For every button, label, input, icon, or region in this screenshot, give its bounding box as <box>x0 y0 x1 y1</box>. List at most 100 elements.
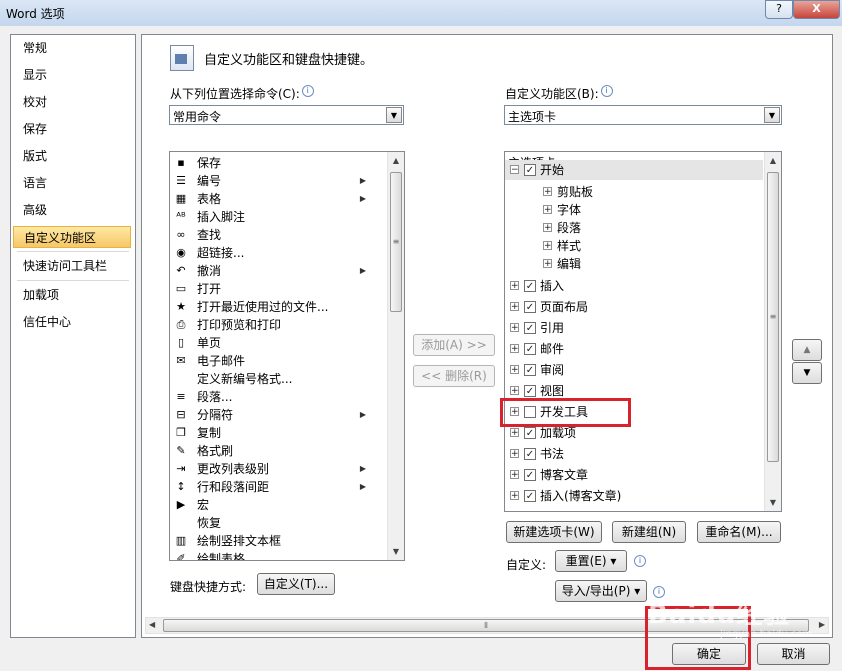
ribbon-tab-item[interactable]: + ✓ 邮件 <box>505 339 763 359</box>
tab-checkbox[interactable]: ✓ <box>524 322 536 334</box>
ribbon-tab-item[interactable]: + ✓ 审阅 <box>505 360 763 380</box>
command-item[interactable]: ★ 打开最近使用过的文件... <box>170 298 388 316</box>
expand-icon[interactable]: + <box>543 205 552 215</box>
new-tab-button[interactable]: 新建选项卡(W) <box>506 521 602 543</box>
ribbon-group-item[interactable]: + 剪贴板 <box>505 182 763 202</box>
ribbon-tab-item[interactable]: + ✓ 引用 <box>505 318 763 338</box>
command-item[interactable]: ☰ 编号 ▶ <box>170 172 388 190</box>
command-item[interactable]: ✎ 格式刷 <box>170 442 388 460</box>
import-export-button[interactable]: 导入/导出(P) ▾ <box>555 580 647 602</box>
ribbon-tab-item[interactable]: + ✓ 书法 <box>505 444 763 464</box>
command-item[interactable]: ≡ 段落... <box>170 388 388 406</box>
tab-checkbox[interactable]: ✓ <box>524 448 536 460</box>
command-item[interactable]: ▭ 打开 <box>170 280 388 298</box>
scroll-up-icon[interactable]: ▲ <box>766 153 780 168</box>
expand-icon[interactable]: + <box>543 241 552 251</box>
ribbon-group-item[interactable]: + 编辑 <box>505 254 763 274</box>
rename-button[interactable]: 重命名(M)... <box>697 521 781 543</box>
nav-item-layout[interactable]: 版式 <box>13 145 131 167</box>
expand-icon[interactable]: + <box>510 428 519 438</box>
command-item[interactable]: ▶ 宏 <box>170 496 388 514</box>
nav-item-proofing[interactable]: 校对 <box>13 91 131 113</box>
commands-list[interactable]: ✐ 绘制表格 ▥ 绘制竖排文本框 恢复 ▶ 宏 ↕ 行和段落间距 ▶ ⇥ 更改列表级别 ▶ ✎ 格式刷 ❐ 复制… <box>169 151 405 561</box>
expand-icon[interactable]: + <box>510 491 519 501</box>
command-item[interactable]: ↶ 撤消 ▶ <box>170 262 388 280</box>
nav-item-general[interactable]: 常规 <box>13 37 131 59</box>
nav-item-advanced[interactable]: 高级 <box>13 199 131 221</box>
nav-item-trust-center[interactable]: 信任中心 <box>13 311 131 333</box>
scroll-right-icon[interactable]: ▶ <box>819 620 825 629</box>
expand-icon[interactable]: + <box>510 302 519 312</box>
tab-checkbox[interactable]: ✓ <box>524 385 536 397</box>
dropdown-arrow-icon[interactable]: ▼ <box>764 107 780 123</box>
nav-item-language[interactable]: 语言 <box>13 172 131 194</box>
nav-item-add-ins[interactable]: 加载项 <box>13 284 131 306</box>
ribbon-group-item[interactable]: + 样式 <box>505 236 763 256</box>
customize-keyboard-button[interactable]: 自定义(T)... <box>257 573 335 595</box>
command-item[interactable]: ⎙ 打印预览和打印 <box>170 316 388 334</box>
new-group-button[interactable]: 新建组(N) <box>612 521 686 543</box>
tab-checkbox[interactable]: ✓ <box>524 427 536 439</box>
tab-checkbox[interactable]: ✓ <box>524 301 536 313</box>
command-item[interactable]: ▥ 绘制竖排文本框 <box>170 532 388 550</box>
ribbon-tab-item[interactable]: − ✓ 开始 <box>505 160 763 180</box>
scroll-up-icon[interactable]: ▲ <box>389 153 403 168</box>
scroll-thumb[interactable]: ≡ <box>767 172 779 462</box>
commands-list-scrollbar[interactable]: ▲ ≡ ▼ <box>387 152 404 560</box>
ribbon-tree-scrollbar[interactable]: ▲ ≡ ▼ <box>764 152 781 511</box>
expand-icon[interactable]: + <box>510 323 519 333</box>
help-button[interactable]: ? <box>765 0 793 19</box>
expand-icon[interactable]: + <box>543 223 552 233</box>
scroll-down-icon[interactable]: ▼ <box>766 495 780 510</box>
cancel-button[interactable]: 取消 <box>757 643 830 665</box>
tab-checkbox[interactable]: ✓ <box>524 364 536 376</box>
scroll-down-icon[interactable]: ▼ <box>389 544 403 559</box>
collapse-icon[interactable]: − <box>510 165 519 175</box>
ribbon-tab-item[interactable]: + ✓ 博客文章 <box>505 465 763 485</box>
command-item[interactable]: 恢复 <box>170 514 388 532</box>
command-item[interactable]: ∞ 查找 <box>170 226 388 244</box>
command-item[interactable]: ✐ 绘制表格 <box>170 550 388 560</box>
command-item[interactable]: ▪ 保存 <box>170 154 388 172</box>
ribbon-tab-item[interactable]: + ✓ 插入 <box>505 276 763 296</box>
ribbon-group-item[interactable]: + 段落 <box>505 218 763 238</box>
expand-icon[interactable]: + <box>543 187 552 197</box>
tab-checkbox[interactable]: ✓ <box>524 164 536 176</box>
ribbon-tab-item[interactable]: + ✓ 插入(博客文章) <box>505 486 763 506</box>
command-item[interactable]: 定义新编号格式... <box>170 370 388 388</box>
expand-icon[interactable]: + <box>543 259 552 269</box>
expand-icon[interactable]: + <box>510 386 519 396</box>
ribbon-tab-item[interactable]: + ✓ 页面布局 <box>505 297 763 317</box>
command-item[interactable]: ᴬᴮ 插入脚注 <box>170 208 388 226</box>
command-item[interactable]: ↕ 行和段落间距 ▶ <box>170 478 388 496</box>
scroll-left-icon[interactable]: ◀ <box>149 620 155 629</box>
scroll-thumb[interactable]: ≡ <box>390 172 402 312</box>
tab-checkbox[interactable]: ✓ <box>524 469 536 481</box>
ribbon-tabs-dropdown[interactable]: 主选项卡 ▼ <box>504 105 782 125</box>
expand-icon[interactable]: + <box>510 449 519 459</box>
expand-icon[interactable]: + <box>510 344 519 354</box>
command-item[interactable]: ⇥ 更改列表级别 ▶ <box>170 460 388 478</box>
command-item[interactable]: ▦ 表格 ▶ <box>170 190 388 208</box>
dropdown-arrow-icon[interactable]: ▼ <box>386 107 402 123</box>
close-button[interactable]: X <box>793 0 840 19</box>
expand-icon[interactable]: + <box>510 365 519 375</box>
ribbon-group-item[interactable]: + 字体 <box>505 200 763 220</box>
command-item[interactable]: ✉ 电子邮件 <box>170 352 388 370</box>
ribbon-tree[interactable]: 主选项卡 −✓开始+剪贴板+字体+段落+样式+编辑+✓插入+✓页面布局+✓引用+… <box>504 151 782 512</box>
move-down-button[interactable]: ▼ <box>792 362 822 384</box>
nav-item-display[interactable]: 显示 <box>13 64 131 86</box>
commands-source-dropdown[interactable]: 常用命令 ▼ <box>169 105 404 125</box>
add-button[interactable]: 添加(A) >> <box>413 334 495 356</box>
nav-item-customize-ribbon[interactable]: 自定义功能区 <box>13 226 131 248</box>
remove-button[interactable]: << 删除(R) <box>413 365 495 387</box>
expand-icon[interactable]: + <box>510 470 519 480</box>
command-item[interactable]: ◉ 超链接... <box>170 244 388 262</box>
tab-checkbox[interactable]: ✓ <box>524 280 536 292</box>
reset-button[interactable]: 重置(E) ▾ <box>555 550 627 572</box>
move-up-button[interactable]: ▲ <box>792 339 822 361</box>
command-item[interactable]: ❐ 复制 <box>170 424 388 442</box>
nav-item-save[interactable]: 保存 <box>13 118 131 140</box>
expand-icon[interactable]: + <box>510 281 519 291</box>
command-item[interactable]: ▯ 单页 <box>170 334 388 352</box>
